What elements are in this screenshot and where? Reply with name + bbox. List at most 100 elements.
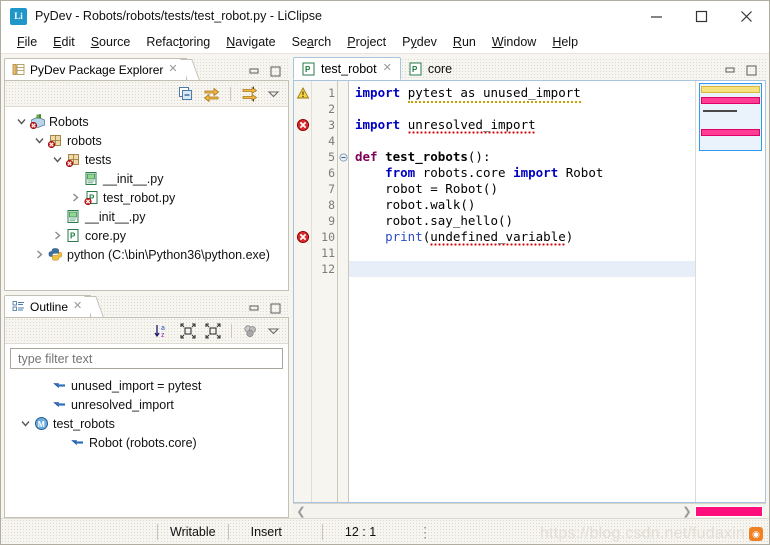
code-token: robot.say_hello() [355, 213, 513, 228]
tree-row[interactable]: __init__.py [5, 169, 288, 188]
tab-pydev-package-explorer[interactable]: PyDev Package Explorer ✕ [4, 58, 187, 80]
code-line[interactable]: from robots.core import Robot [355, 165, 695, 181]
liclipse-window: PyDev - Robots/robots/tests/test_robot.p… [0, 0, 770, 545]
code-line[interactable]: def test_robots(): [355, 149, 695, 165]
menu-help[interactable]: Help [544, 33, 586, 51]
tree-row[interactable]: tests [5, 150, 288, 169]
tree-row[interactable]: python (C:\bin\Python36\python.exe) [5, 245, 288, 264]
code-line[interactable]: robot.say_hello() [355, 213, 695, 229]
warning-overview-marker[interactable] [701, 86, 760, 93]
error-marker-icon[interactable] [294, 117, 311, 133]
chevron-down-icon[interactable] [31, 135, 47, 146]
collapse-all-icon[interactable] [180, 323, 196, 339]
code-line[interactable]: print(undefined_variable) [355, 229, 695, 245]
maximize-view-icon[interactable] [270, 66, 281, 77]
minimize-view-icon[interactable] [249, 66, 260, 77]
chevron-right-icon[interactable] [31, 249, 47, 260]
chevron-down-icon[interactable] [13, 116, 29, 127]
error-underlined-token: unresolved_import [408, 117, 536, 134]
close-button[interactable] [724, 1, 769, 31]
tree-row[interactable]: robots [5, 131, 288, 150]
collapse-all-icon[interactable] [178, 86, 194, 102]
tree-row[interactable]: unresolved_import [5, 395, 288, 414]
editor-tab-core[interactable]: P core [401, 57, 460, 80]
status-menu-icon[interactable]: ⋮ [418, 528, 432, 536]
view-menu-icon[interactable] [267, 324, 280, 337]
editor-marker-ruler[interactable] [294, 81, 312, 502]
close-icon[interactable]: ✕ [383, 63, 392, 74]
editor-folding-ruler[interactable] [338, 81, 349, 502]
close-icon[interactable]: ✕ [168, 64, 177, 75]
code-line[interactable] [355, 133, 695, 149]
maximize-editor-icon[interactable] [746, 65, 757, 76]
minimize-button[interactable] [634, 1, 679, 31]
chevron-right-icon[interactable] [49, 230, 65, 241]
tree-row[interactable]: Pcore.py [5, 226, 288, 245]
package-explorer-tabrow: PyDev Package Explorer ✕ [4, 58, 289, 80]
tree-row[interactable]: Ptest_robot.py [5, 188, 288, 207]
outline-filter-box[interactable] [10, 348, 283, 369]
code-line[interactable] [355, 101, 695, 117]
filters-icon[interactable] [241, 86, 258, 102]
tree-row[interactable]: __init__.py [5, 207, 288, 226]
error-marker-icon[interactable] [294, 229, 311, 245]
package-error-icon [48, 133, 64, 148]
error-overview-marker[interactable] [701, 129, 760, 136]
outline-filter-input[interactable] [16, 351, 277, 367]
menu-search[interactable]: Search [284, 33, 340, 51]
scroll-right-arrow-icon[interactable]: ❯ [679, 505, 695, 518]
view-menu-icon[interactable] [267, 87, 280, 100]
code-line[interactable] [355, 245, 695, 261]
code-line[interactable]: robot.walk() [355, 197, 695, 213]
menu-project[interactable]: Project [339, 33, 394, 51]
menu-pydev[interactable]: Pydev [394, 33, 445, 51]
menu-edit[interactable]: Edit [45, 33, 83, 51]
code-line[interactable] [355, 261, 695, 277]
tree-row[interactable]: Mtest_robots [5, 414, 288, 433]
menu-source[interactable]: Source [83, 33, 139, 51]
chevron-down-icon[interactable] [17, 418, 33, 429]
chevron-down-icon[interactable] [49, 154, 65, 165]
maximize-button[interactable] [679, 1, 724, 31]
function-icon: M [34, 416, 49, 431]
code-line[interactable]: import unresolved_import [355, 117, 695, 133]
error-overview-marker[interactable] [701, 97, 760, 104]
menu-file[interactable]: File [9, 33, 45, 51]
package-explorer-tree[interactable]: Robotsrobotstests__init__.pyPtest_robot.… [5, 107, 288, 290]
scroll-left-arrow-icon[interactable]: ❮ [293, 505, 309, 518]
editor-horizontal-scrollbar[interactable]: ❮ ❯ [293, 503, 766, 518]
menu-navigate[interactable]: Navigate [218, 33, 283, 51]
search-overview-marker[interactable] [703, 110, 737, 112]
init-module-icon [65, 209, 82, 224]
folding-row [338, 133, 348, 149]
sort-alphabetically-icon[interactable]: a z [154, 323, 171, 339]
outline-tree[interactable]: unused_import = pytestunresolved_importM… [5, 373, 288, 517]
menu-run[interactable]: Run [445, 33, 484, 51]
maximize-view-icon[interactable] [270, 303, 281, 314]
collapse-fold-icon[interactable] [338, 149, 348, 165]
module-icon: P [66, 228, 81, 243]
tree-row[interactable]: Robots [5, 112, 288, 131]
editor-overview-ruler[interactable] [695, 81, 765, 502]
error-overview-marker-bottom[interactable] [695, 506, 763, 517]
minimize-view-icon[interactable] [249, 303, 260, 314]
expand-all-icon[interactable] [205, 323, 221, 339]
code-line[interactable]: robot = Robot() [355, 181, 695, 197]
watermark-text: https://blog.csdn.net/fudaxin [540, 525, 745, 543]
editor-text-area[interactable]: import pytest as unused_import import un… [349, 81, 695, 502]
code-line[interactable]: import pytest as unused_import [355, 85, 695, 101]
menu-refactoring[interactable]: Refactoring [138, 33, 218, 51]
tree-row[interactable]: Robot (robots.core) [5, 433, 288, 452]
menu-window[interactable]: Window [484, 33, 544, 51]
link-with-editor-icon[interactable] [203, 86, 220, 102]
tab-outline[interactable]: Outline ✕ [4, 295, 91, 317]
warning-marker-icon[interactable] [294, 85, 311, 101]
tree-row[interactable]: unused_import = pytest [5, 376, 288, 395]
line-number: 3 [312, 117, 335, 133]
close-icon[interactable]: ✕ [73, 301, 82, 312]
minimize-editor-icon[interactable] [725, 65, 736, 76]
filters-icon[interactable] [242, 323, 258, 339]
import-keyword-token: import [355, 117, 400, 132]
editor-tab-test_robot[interactable]: P test_robot ✕ [293, 57, 401, 80]
chevron-right-icon[interactable] [67, 192, 83, 203]
